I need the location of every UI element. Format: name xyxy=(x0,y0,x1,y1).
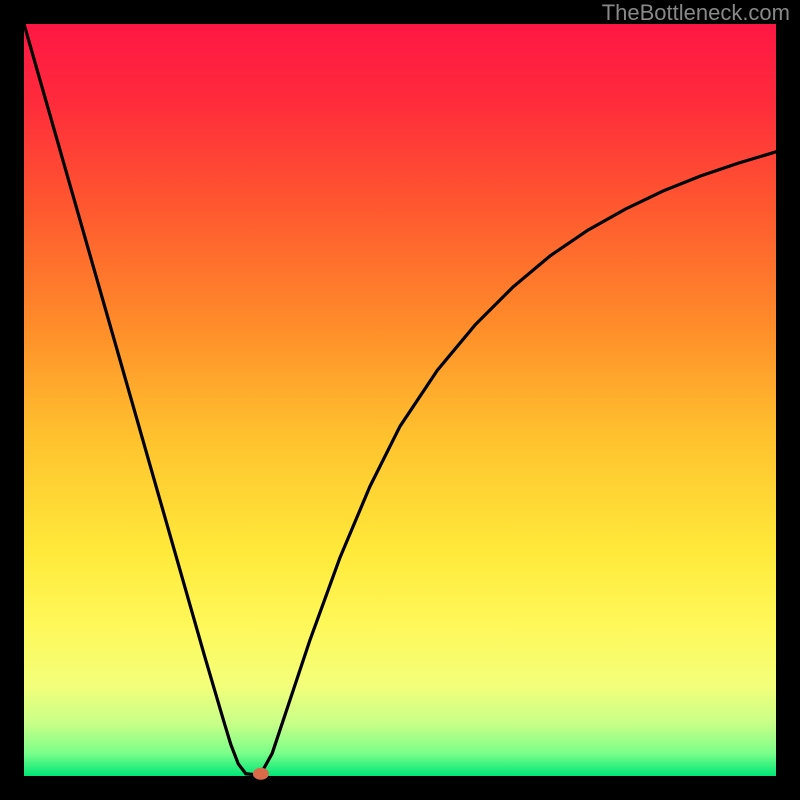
bottleneck-chart xyxy=(0,0,800,800)
bottleneck-marker xyxy=(253,768,269,780)
plot-background xyxy=(24,24,776,776)
